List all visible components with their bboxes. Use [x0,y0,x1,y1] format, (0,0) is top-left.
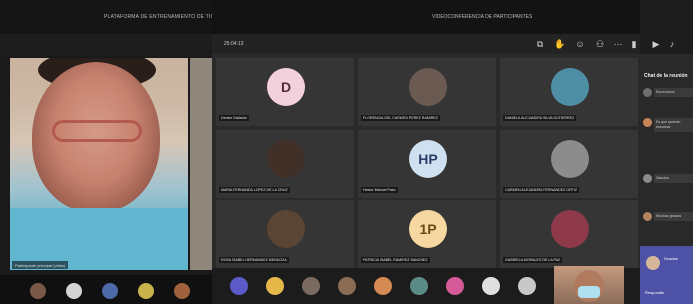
avatar [643,88,652,97]
raise-hand-icon[interactable]: ✋ [554,38,566,50]
participant-name: GABRIELA MORALES DE LA PAZ [503,257,563,263]
participant-name: FLORENCIA DEL CARMEN PEREZ RAMIREZ [361,115,440,121]
avatar[interactable] [446,277,464,295]
participant-name: ROSA ISABEL HERNANDEZ MENDOZA [219,257,289,263]
mic-icon[interactable]: ♪ [666,38,678,50]
avatar[interactable] [266,277,284,295]
avatar[interactable] [230,277,248,295]
avatar[interactable] [30,283,46,299]
chat-title: Chat de la reunión [644,73,688,79]
participant-name: Hector Manuel Paez [361,187,398,193]
chat-highlight-text: Gracias [664,256,678,261]
left-meeting-window: PLATAFORMA DE ENTRENAMIENTO DE TIC Parti… [0,0,215,304]
screen: PLATAFORMA DE ENTRENAMIENTO DE TIC Parti… [0,0,693,304]
participant-tile[interactable]: DANIELA ALEJANDRA SILVA GUTIERREZ [500,58,638,126]
participant-name: MARIA FERNANDA LOPEZ DE LA CRUZ [219,187,290,193]
people-icon[interactable]: ⚇ [594,38,606,50]
main-participant-name: Participante principal (video) [12,261,69,269]
self-mask-shape [578,286,600,298]
left-title-bar: PLATAFORMA DE ENTRENAMIENTO DE TIC [0,0,215,34]
avatar[interactable] [374,277,392,295]
participant-name: PATRICIA ISABEL RAMIREZ SANCHEZ [361,257,430,263]
participant-name: DANIELA ALEJANDRA SILVA GUTIERREZ [503,115,577,121]
chat-message[interactable]: Muchas gracias [654,212,693,221]
glasses-shape [52,120,142,142]
participant-tile[interactable]: CARMEN ALEJANDRA FERNANDEZ ORTIZ [500,130,638,198]
participant-tile[interactable]: GABRIELA MORALES DE LA PAZ [500,200,638,268]
participant-name: CARMEN ALEJANDRA FERNANDEZ ORTIZ [503,187,580,193]
chat-pane: ▶ ♪ Chat de la reunión Escucharon Es que … [640,0,693,304]
avatar[interactable] [102,283,118,299]
avatar: HP [409,140,447,178]
participant-name: Denise Gallardo [219,115,249,121]
participant-tile[interactable]: MARIA FERNANDA LOPEZ DE LA CRUZ [216,130,354,198]
main-title-bar: VIDEOCONFERENCIA DE PARTICIPANTES [212,0,640,34]
avatar[interactable] [138,283,154,299]
left-window-title: PLATAFORMA DE ENTRENAMIENTO DE TIC [104,14,215,20]
avatar[interactable] [518,277,536,295]
meeting-timer: 25:04:13 [224,41,244,47]
avatar [646,256,660,270]
avatar: D [267,68,305,106]
participant-tile[interactable]: 1P PATRICIA ISABEL RAMIREZ SANCHEZ [358,200,496,268]
avatar [267,140,305,178]
chat-header: ▶ ♪ [640,0,693,54]
participant-tile[interactable]: D Denise Gallardo [216,58,354,126]
reply-link[interactable]: Responder [645,290,665,295]
chat-highlight-message[interactable]: Gracias Responder [640,246,693,304]
chat-message[interactable]: Saludos [654,174,693,183]
avatar[interactable] [338,277,356,295]
video-icon[interactable]: ▶ [650,38,662,50]
avatar [551,140,589,178]
participant-tile[interactable]: FLORENCIA DEL CARMEN PEREZ RAMIREZ [358,58,496,126]
avatar: 1P [409,210,447,248]
participant-tile[interactable]: HP Hector Manuel Paez [358,130,496,198]
share-icon[interactable]: ⧉ [534,38,546,50]
main-meeting-window: VIDEOCONFERENCIA DE PARTICIPANTES 25:04:… [212,0,640,304]
avatar [551,68,589,106]
avatar [643,174,652,183]
chat-message[interactable]: Es que querían escuchar [654,118,693,132]
avatar[interactable] [410,277,428,295]
avatar [551,210,589,248]
left-toolbar [0,34,212,56]
reactions-icon[interactable]: ☺ [574,38,586,50]
secondary-video-strip [190,58,212,270]
avatar[interactable] [66,283,82,299]
avatar [267,210,305,248]
meeting-control-bar: 25:04:13 ⧉ ✋ ☺ ⚇ ⋯ ▮ [212,34,640,54]
avatar [643,212,652,221]
participant-tile[interactable]: ROSA ISABEL HERNANDEZ MENDOZA [216,200,354,268]
avatar[interactable] [174,283,190,299]
avatar[interactable] [302,277,320,295]
main-participant-video[interactable] [10,58,188,270]
avatar [409,68,447,106]
main-window-title: VIDEOCONFERENCIA DE PARTICIPANTES [432,14,533,20]
chat-message[interactable]: Escucharon [654,88,693,97]
more-icon[interactable]: ⋯ [612,38,624,50]
avatar[interactable] [482,277,500,295]
camera-icon[interactable]: ▮ [628,38,640,50]
participant-grid: D Denise Gallardo FLORENCIA DEL CARMEN PER… [212,54,640,268]
self-view-video[interactable] [554,266,624,304]
avatar [643,118,652,127]
